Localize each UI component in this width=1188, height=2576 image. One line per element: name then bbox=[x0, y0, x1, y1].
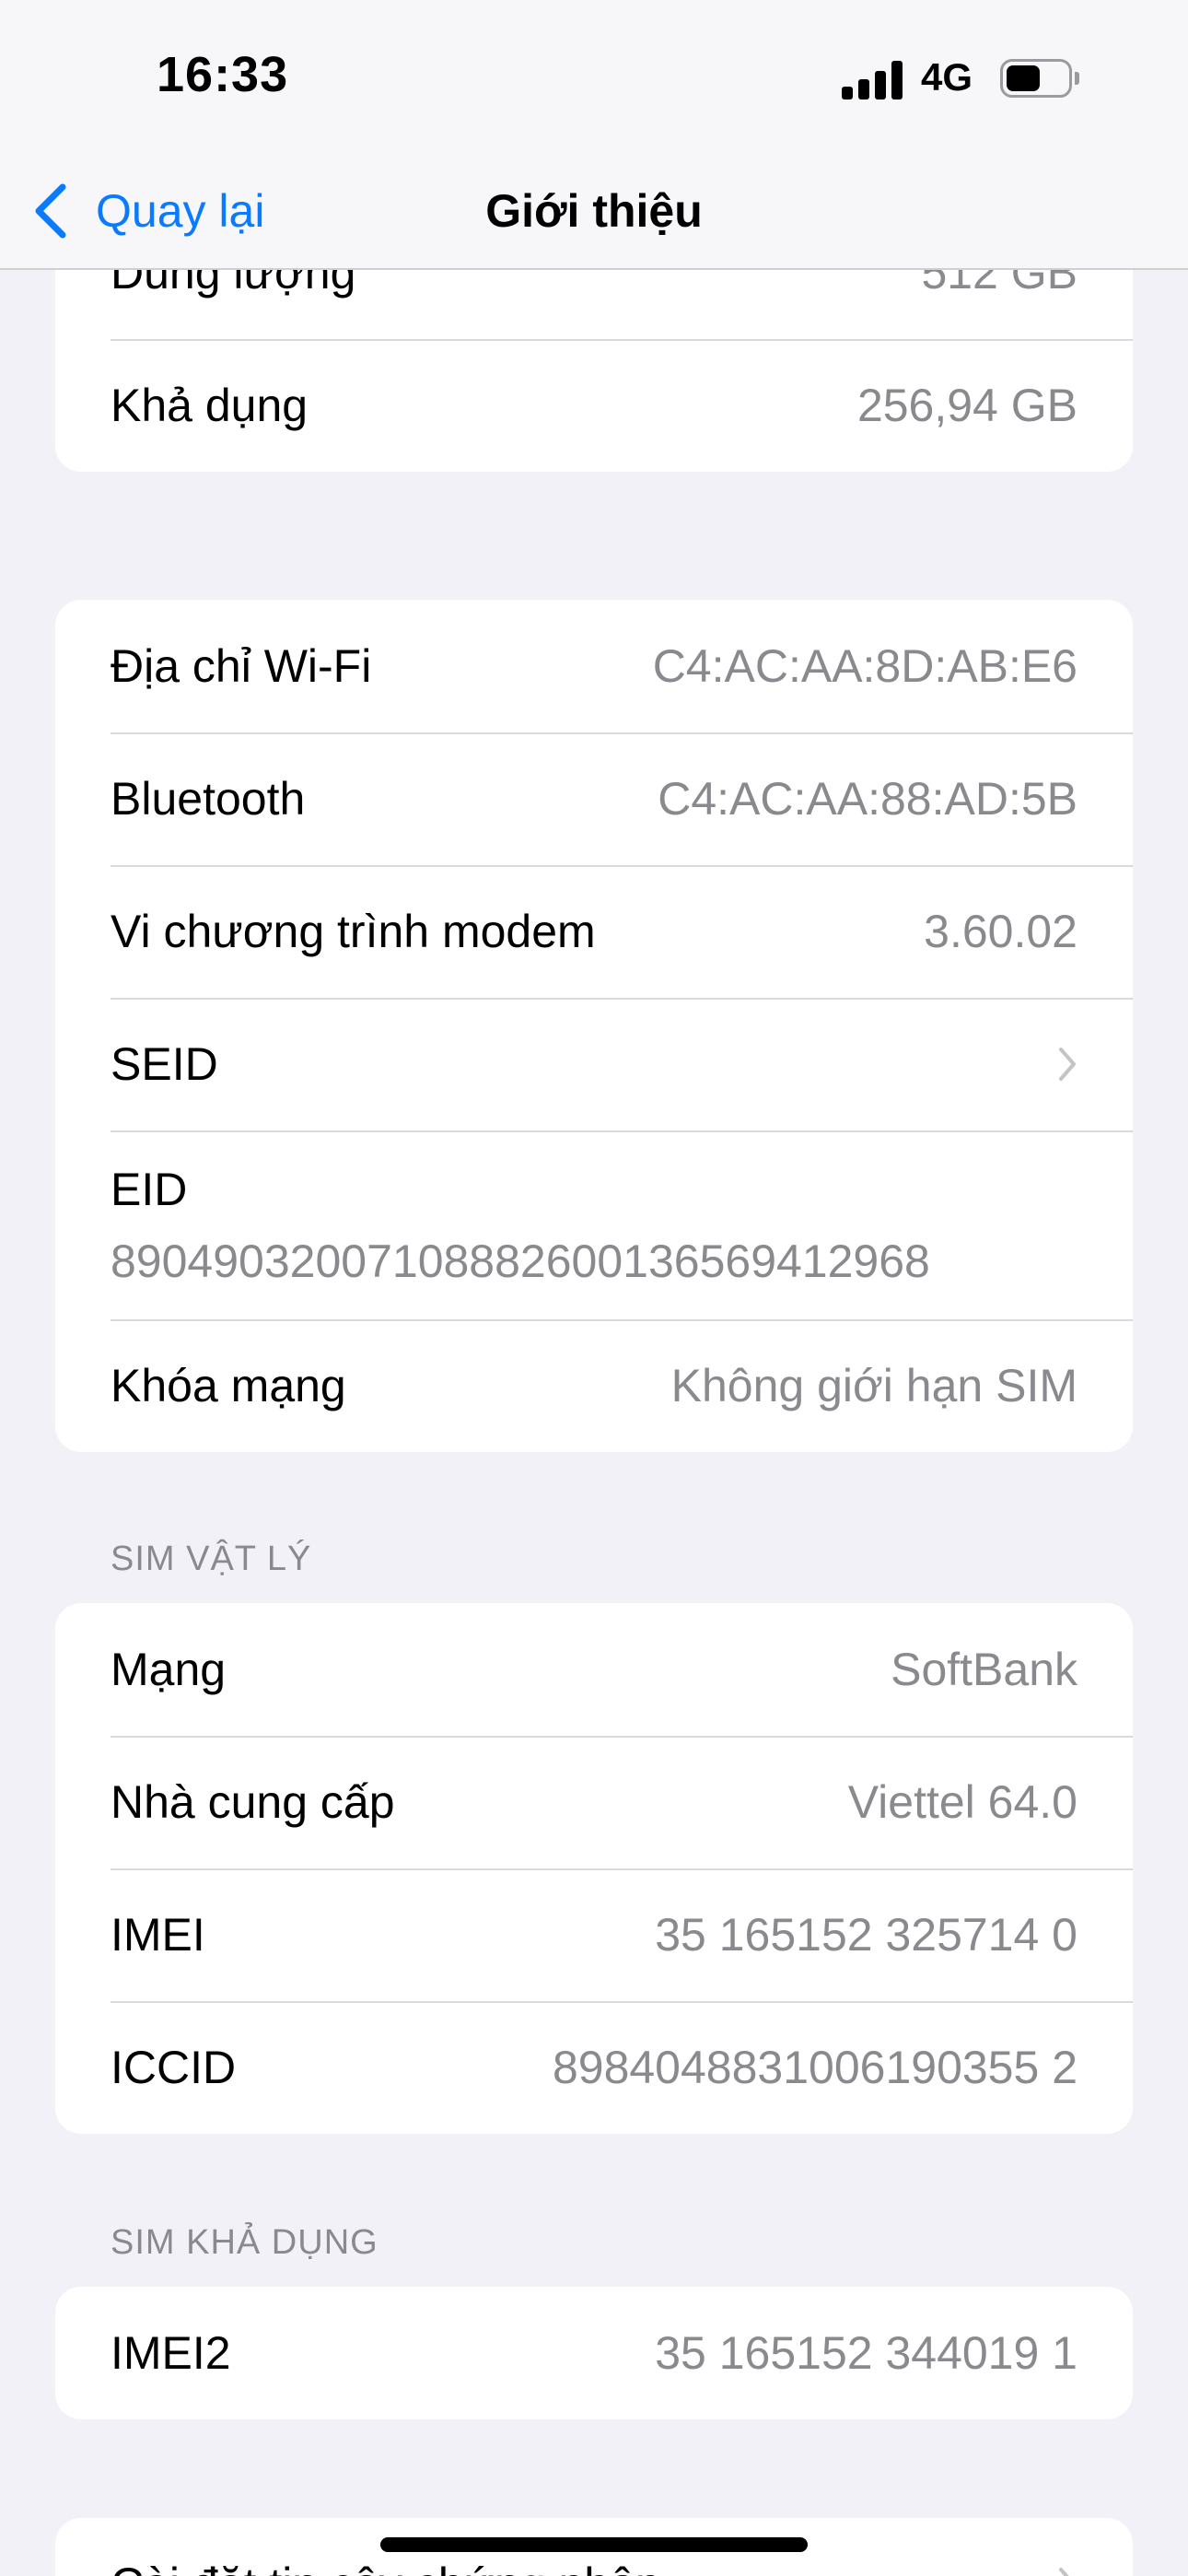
row-value: Viettel 64.0 bbox=[847, 1776, 1077, 1828]
row-label: Nhà cung cấp bbox=[111, 1776, 395, 1828]
available-sim-group: IMEI2 35 165152 344019 1 bbox=[55, 2287, 1133, 2419]
row-label: Cài đặt tin cậy chứng nhận bbox=[111, 2558, 661, 2576]
list-item-eid: EID 89049032007108882600136569412968 bbox=[55, 1130, 1133, 1319]
list-item-modem-firmware: Vi chương trình modem 3.60.02 bbox=[55, 865, 1133, 998]
list-item-carrier: Nhà cung cấp Viettel 64.0 bbox=[55, 1736, 1133, 1868]
row-label: EID bbox=[111, 1163, 188, 1215]
row-label: SEID bbox=[111, 1038, 218, 1090]
row-label: Vi chương trình modem bbox=[111, 906, 596, 957]
row-value: SoftBank bbox=[891, 1644, 1077, 1695]
navigation-bar: Quay lại Giới thiệu bbox=[0, 157, 1188, 270]
list-item-imei: IMEI 35 165152 325714 0 bbox=[55, 1868, 1133, 2001]
list-item-bluetooth: Bluetooth C4:AC:AA:88:AD:5B bbox=[55, 732, 1133, 865]
row-value: 35 165152 325714 0 bbox=[655, 1909, 1077, 1961]
chevron-right-icon bbox=[1059, 2568, 1069, 2576]
row-label: IMEI2 bbox=[111, 2327, 231, 2379]
row-label: IMEI bbox=[111, 1909, 205, 1961]
list-item-imei2: IMEI2 35 165152 344019 1 bbox=[55, 2287, 1133, 2419]
list-item-available: Khả dụng 256,94 GB bbox=[55, 339, 1133, 472]
row-label: Địa chỉ Wi-Fi bbox=[111, 640, 372, 692]
row-value: 256,94 GB bbox=[856, 380, 1077, 431]
row-value: 8984048831006190355 2 bbox=[552, 2042, 1077, 2093]
row-value: 89049032007108882600136569412968 bbox=[111, 1235, 930, 1287]
row-label: Dung lượng bbox=[111, 270, 356, 299]
status-time: 16:33 bbox=[157, 47, 289, 102]
section-header-physical-sim: SIM VẬT LÝ bbox=[111, 1540, 312, 1578]
storage-group: Dung lượng 512 GB Khả dụng 256,94 GB bbox=[55, 270, 1133, 472]
network-type: 4G bbox=[921, 55, 973, 99]
list-item-capacity: Dung lượng 512 GB bbox=[55, 270, 1133, 339]
row-label: Khóa mạng bbox=[111, 1360, 346, 1411]
list-item-wifi-address: Địa chỉ Wi-Fi C4:AC:AA:8D:AB:E6 bbox=[55, 600, 1133, 732]
row-value: Không giới hạn SIM bbox=[670, 1360, 1077, 1411]
physical-sim-group: Mạng SoftBank Nhà cung cấp Viettel 64.0 … bbox=[55, 1603, 1133, 2134]
row-value: 512 GB bbox=[921, 270, 1077, 299]
row-label: ICCID bbox=[111, 2042, 237, 2093]
row-value: 35 165152 344019 1 bbox=[655, 2327, 1077, 2379]
row-value: 3.60.02 bbox=[924, 906, 1077, 957]
cellular-signal-icon bbox=[842, 61, 904, 100]
list-item-seid[interactable]: SEID bbox=[55, 998, 1133, 1130]
chevron-right-icon bbox=[1059, 1048, 1076, 1081]
network-group: Địa chỉ Wi-Fi C4:AC:AA:8D:AB:E6 Bluetoot… bbox=[55, 600, 1133, 1452]
list-item-network-lock: Khóa mạng Không giới hạn SIM bbox=[55, 1319, 1133, 1452]
list-item-iccid: ICCID 8984048831006190355 2 bbox=[55, 2001, 1133, 2134]
page-title: Giới thiệu bbox=[485, 185, 703, 237]
section-header-available-sim: SIM KHẢ DỤNG bbox=[111, 2223, 379, 2262]
scroll-content[interactable]: Dung lượng 512 GB Khả dụng 256,94 GB Địa… bbox=[0, 270, 1188, 2576]
row-label: Bluetooth bbox=[111, 773, 306, 825]
row-label: Khả dụng bbox=[111, 380, 309, 431]
status-bar: 16:33 4G bbox=[0, 0, 1188, 157]
row-value: C4:AC:AA:88:AD:5B bbox=[658, 773, 1077, 825]
battery-icon bbox=[1000, 59, 1079, 98]
row-label: Mạng bbox=[111, 1644, 227, 1695]
home-indicator[interactable] bbox=[380, 2537, 808, 2552]
row-value: C4:AC:AA:8D:AB:E6 bbox=[652, 640, 1077, 692]
list-item-network: Mạng SoftBank bbox=[55, 1603, 1133, 1736]
